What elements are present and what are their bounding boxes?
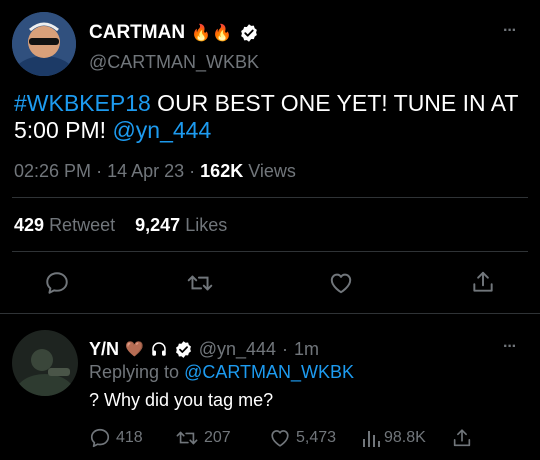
likes-count[interactable]: 9,247	[135, 215, 180, 235]
fire-emoji: 🔥🔥	[191, 25, 233, 42]
reply-time[interactable]: 1m	[294, 339, 319, 360]
replying-to-handle[interactable]: @CARTMAN_WKBK	[184, 362, 354, 382]
retweet-icon	[187, 275, 213, 291]
reply-button[interactable]	[44, 270, 70, 296]
retweet-icon	[176, 431, 198, 445]
reply-like-button[interactable]: 5,473	[269, 427, 336, 449]
reply-more-options-icon[interactable]: ···	[503, 338, 517, 356]
meta-separator: ·	[189, 161, 196, 181]
like-button[interactable]	[328, 270, 354, 296]
retweet-count[interactable]: 429	[14, 215, 44, 235]
author-handle[interactable]: @CARTMAN_WKBK	[89, 52, 259, 73]
reply-author-handle[interactable]: @yn_444	[199, 339, 276, 360]
meta-separator: ·	[96, 161, 103, 181]
tweet-text-line2: 5:00 PM!	[14, 117, 113, 143]
reply-text: ? Why did you tag me?	[89, 390, 274, 410]
verified-badge-icon	[174, 340, 193, 359]
retweet-button[interactable]	[186, 270, 214, 296]
heart-emoji: 🤎	[125, 341, 144, 358]
tweet-date[interactable]: 14 Apr 23	[107, 161, 184, 181]
reply-icon	[46, 272, 68, 294]
more-options-icon[interactable]: ···	[503, 22, 517, 40]
reply-retweet-button[interactable]: 207	[175, 427, 231, 449]
heart-icon	[330, 273, 352, 294]
divider	[12, 251, 528, 252]
hashtag-link[interactable]: #WKBKEP18	[14, 90, 151, 116]
tweet-time[interactable]: 02:26 PM	[14, 161, 91, 181]
author-name[interactable]: CARTMAN	[89, 22, 185, 44]
share-icon	[453, 429, 471, 447]
verified-badge-icon	[239, 23, 259, 43]
tweet-text-line1: OUR BEST ONE YET! TUNE IN AT	[150, 90, 519, 116]
retweet-label[interactable]: Retweet	[49, 215, 115, 235]
reply-retweet-count: 207	[204, 429, 231, 446]
views-label: Views	[248, 161, 296, 181]
reply-share-button[interactable]	[451, 427, 473, 449]
tweet-meta: 02:26 PM · 14 Apr 23 · 162K Views	[14, 161, 296, 182]
headphones-icon	[150, 340, 168, 358]
reply-author-name[interactable]: Y/N	[89, 339, 119, 360]
meta-separator: ·	[282, 338, 289, 359]
engagement-counts: 429 Retweet 9,247 Likes	[14, 215, 227, 236]
heart-icon	[271, 430, 289, 447]
views-count: 162K	[200, 161, 244, 181]
mention-link[interactable]: @yn_444	[112, 117, 211, 143]
avatar-image	[12, 330, 78, 396]
reply-views-button[interactable]: 98.8K	[361, 427, 426, 449]
share-icon	[473, 271, 493, 292]
likes-label[interactable]: Likes	[185, 215, 227, 235]
tweet-text: #WKBKEP18 OUR BEST ONE YET! TUNE IN AT 5…	[14, 90, 534, 144]
divider	[0, 313, 540, 314]
divider	[12, 197, 528, 198]
author-avatar[interactable]	[12, 12, 76, 76]
avatar-image	[12, 12, 76, 76]
replying-to: Replying to @CARTMAN_WKBK	[89, 362, 354, 383]
reply-views-count: 98.8K	[384, 429, 426, 446]
reply-icon	[90, 428, 110, 448]
reply-count: 418	[116, 429, 143, 446]
reply-author-avatar[interactable]	[12, 330, 78, 396]
replying-to-label: Replying to	[89, 362, 180, 382]
reply-reply-button[interactable]: 418	[89, 427, 143, 449]
views-chart-icon	[363, 431, 380, 447]
reply-like-count: 5,473	[296, 429, 337, 446]
share-button[interactable]	[470, 269, 496, 295]
